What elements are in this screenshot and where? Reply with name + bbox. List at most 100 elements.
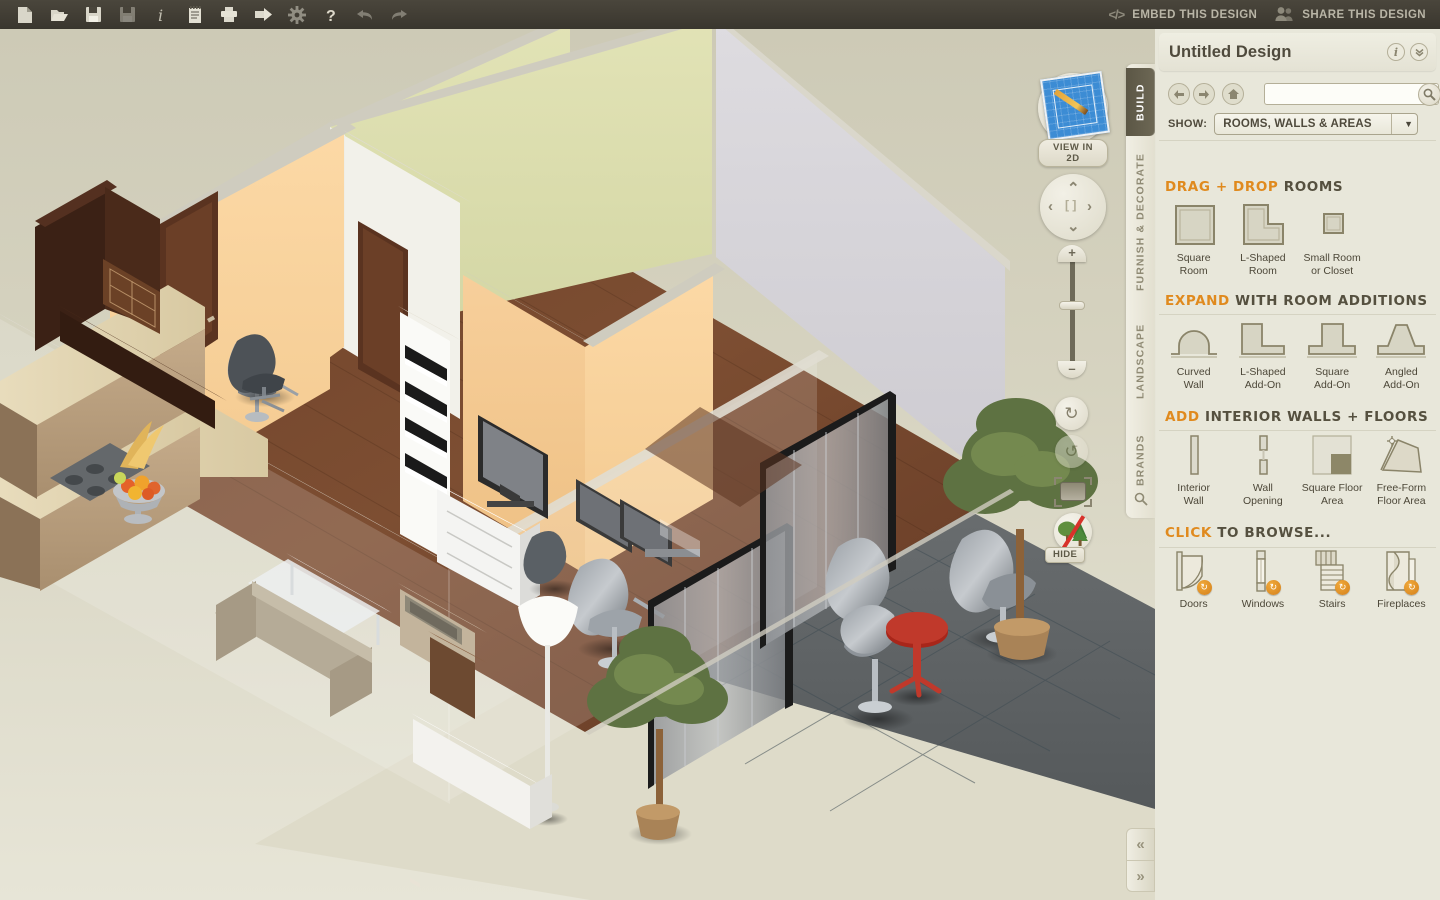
item-free-form-floor-area[interactable]: Free-Form Floor Area	[1367, 432, 1436, 508]
floorplan-pencil-icon[interactable]	[1038, 70, 1111, 143]
chevron-down-icon[interactable]	[1410, 43, 1428, 61]
pan-up-button[interactable]: ⌃	[1067, 181, 1080, 196]
zoom-in-button[interactable]: +	[1058, 245, 1086, 262]
item-fireplaces[interactable]: ↻ Fireplaces	[1367, 548, 1436, 611]
stairs-icon: ↻	[1306, 548, 1358, 595]
hide-plants-button[interactable]: HIDE	[1045, 513, 1092, 563]
browse-badge: ↻	[1196, 580, 1212, 595]
item-label: Stairs	[1318, 598, 1346, 610]
page-title: Untitled Design	[1169, 42, 1292, 61]
center-view-button[interactable]: [ ]	[1065, 199, 1076, 211]
share-design-button[interactable]: SHARE THIS DESIGN	[1275, 6, 1426, 24]
wall-opening-icon	[1238, 432, 1288, 478]
info-icon[interactable]: i	[144, 1, 178, 29]
toolbar-actions: </> EMBED THIS DESIGN SHARE THIS DESIGN	[1108, 6, 1440, 24]
hide-plants-icon	[1054, 513, 1092, 551]
item-small-room-or-closet[interactable]: Small Room or Closet	[1298, 202, 1367, 278]
collapse-panel-button[interactable]: «	[1126, 828, 1155, 860]
section-heading-highlight: ADD	[1165, 409, 1200, 425]
item-l-shaped-add-on[interactable]: L-Shaped Add-On	[1228, 316, 1297, 392]
item-label: L-Shaped Add-On	[1240, 366, 1286, 391]
zoom-track[interactable]	[1070, 253, 1075, 371]
section-heading-rest: ROOMS	[1278, 179, 1344, 195]
back-button[interactable]	[1168, 83, 1190, 105]
zoom-slider[interactable]: + –	[1058, 239, 1086, 384]
view-in-2d-label: VIEW IN 2D	[1038, 139, 1108, 167]
design-3d-viewport[interactable]: VIEW IN 2D ⌃ ⌄ ‹ › [ ] + – ↻ ↺ HIDE	[0, 29, 1155, 900]
save-icon[interactable]	[76, 1, 110, 29]
item-label: Curved Wall	[1176, 366, 1211, 391]
section-heading-highlight: DRAG + DROP	[1165, 179, 1279, 195]
tab-furnish-decorate[interactable]: FURNISH & DECORATE	[1126, 142, 1155, 302]
zoom-thumb[interactable]	[1059, 301, 1085, 310]
help-icon[interactable]: ?	[314, 1, 348, 29]
tab-landscape[interactable]: LANDSCAPE	[1126, 306, 1155, 416]
item-square-add-on[interactable]: Square Add-On	[1298, 316, 1367, 392]
door-icon: ↻	[1168, 548, 1220, 595]
selected-object-icon[interactable]	[1054, 477, 1092, 507]
item-label: Doors	[1179, 598, 1208, 610]
pan-dpad[interactable]: ⌃ ⌄ ‹ › [ ]	[1040, 174, 1106, 240]
redo-icon[interactable]	[382, 1, 416, 29]
section-click-to-browse: CLICK TO BROWSE... ↻ Doors ↻ Windows ↻ S…	[1155, 525, 1440, 611]
svg-text:i: i	[158, 6, 163, 24]
forward-button[interactable]	[1193, 83, 1215, 105]
mode-tab-strip: BUILD FURNISH & DECORATE LANDSCAPE BRAND…	[1126, 64, 1155, 518]
l-shaped-room-icon	[1238, 202, 1288, 248]
item-angled-add-on[interactable]: Angled Add-On	[1367, 316, 1436, 392]
zoom-out-button[interactable]: –	[1058, 361, 1086, 378]
notes-icon[interactable]	[178, 1, 212, 29]
save-as-icon[interactable]	[110, 1, 144, 29]
item-label: Angled Add-On	[1383, 366, 1420, 391]
panel-navigation: SHOW: ROOMS, WALLS & AREAS ▼	[1159, 75, 1440, 141]
section-heading-rest: INTERIOR WALLS + FLOORS	[1199, 409, 1429, 425]
pan-down-button[interactable]: ⌄	[1067, 219, 1080, 234]
item-windows[interactable]: ↻ Windows	[1228, 548, 1297, 611]
floorplan-3d-render	[0, 29, 1155, 900]
item-label: Free-Form Floor Area	[1376, 482, 1427, 507]
rotate-cw-icon[interactable]: ↺	[1055, 435, 1088, 468]
search-input[interactable]	[1269, 87, 1409, 103]
section-heading: DRAG + DROP ROOMS	[1155, 179, 1440, 195]
item-curved-wall[interactable]: Curved Wall	[1159, 316, 1228, 392]
new-document-icon[interactable]	[8, 1, 42, 29]
search-field-wrapper[interactable]	[1264, 83, 1440, 106]
pan-right-button[interactable]: ›	[1087, 199, 1092, 214]
item-square-room[interactable]: Square Room	[1159, 202, 1228, 278]
build-panel: Untitled Design i SHOW: ROOMS, WALLS & A…	[1155, 29, 1440, 900]
interior-wall-icon	[1169, 432, 1219, 478]
svg-text:?: ?	[326, 8, 336, 24]
section-drag-drop-rooms: DRAG + DROP ROOMS Square Room L-Shaped R…	[1155, 179, 1440, 278]
export-icon[interactable]	[246, 1, 280, 29]
item-doors[interactable]: ↻ Doors	[1159, 548, 1228, 611]
section-heading-rest: WITH ROOM ADDITIONS	[1229, 293, 1428, 309]
expand-panel-button[interactable]: »	[1126, 860, 1155, 892]
search-icon[interactable]	[1418, 83, 1440, 106]
undo-icon[interactable]	[348, 1, 382, 29]
item-l-shaped-room[interactable]: L-Shaped Room	[1228, 202, 1297, 278]
share-design-label: SHARE THIS DESIGN	[1302, 8, 1426, 21]
chevron-down-icon[interactable]: ▼	[1391, 114, 1417, 134]
settings-gear-icon[interactable]	[280, 1, 314, 29]
info-icon[interactable]: i	[1387, 43, 1405, 61]
print-icon[interactable]	[212, 1, 246, 29]
tab-build[interactable]: BUILD	[1126, 68, 1155, 136]
embed-design-button[interactable]: </> EMBED THIS DESIGN	[1108, 7, 1257, 22]
section-heading-rest: TO BROWSE...	[1211, 525, 1332, 541]
rotate-ccw-icon[interactable]: ↻	[1055, 397, 1088, 430]
browse-badge: ↻	[1265, 580, 1281, 595]
show-select[interactable]: ROOMS, WALLS & AREAS ▼	[1214, 113, 1419, 135]
item-stairs[interactable]: ↻ Stairs	[1298, 548, 1367, 611]
item-wall-opening[interactable]: Wall Opening	[1228, 432, 1297, 508]
view-in-2d-control[interactable]: VIEW IN 2D	[1038, 70, 1111, 167]
embed-design-label: EMBED THIS DESIGN	[1132, 8, 1258, 21]
section-room-additions: EXPAND WITH ROOM ADDITIONS Curved Wall L…	[1155, 293, 1440, 392]
square-floor-area-icon	[1306, 432, 1358, 478]
search-icon[interactable]	[1126, 486, 1155, 512]
section-interior-walls-floors: ADD INTERIOR WALLS + FLOORS Interior Wal…	[1155, 409, 1440, 508]
item-square-floor-area[interactable]: Square Floor Area	[1298, 432, 1367, 508]
open-folder-icon[interactable]	[42, 1, 76, 29]
pan-left-button[interactable]: ‹	[1048, 199, 1053, 214]
home-button[interactable]	[1222, 83, 1244, 105]
item-interior-wall[interactable]: Interior Wall	[1159, 432, 1228, 508]
